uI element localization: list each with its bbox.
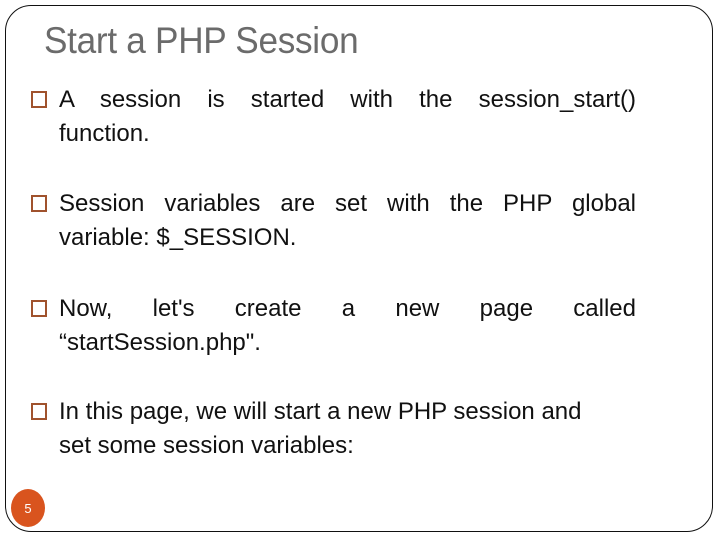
- square-bullet-icon: [31, 300, 47, 317]
- bullet-item: Session variables are set with the PHP g…: [31, 187, 636, 255]
- square-bullet-icon: [31, 91, 47, 108]
- bullet-text-line: Now, let's create a new page called: [59, 295, 636, 322]
- page-number-badge: 5: [11, 489, 45, 527]
- square-bullet-icon: [31, 403, 47, 420]
- bullet-text-line: variable: $_SESSION.: [59, 224, 297, 251]
- square-bullet-icon: [31, 195, 47, 212]
- page-number: 5: [24, 500, 32, 516]
- bullet-text-line: Session variables are set with the PHP g…: [59, 190, 636, 217]
- bullet-item: Now, let's create a new page called “sta…: [31, 292, 636, 360]
- bullet-item: In this page, we will start a new PHP se…: [31, 395, 636, 463]
- bullet-text-line: A session is started with the session_st…: [59, 86, 636, 113]
- bullet-text-line: In this page, we will start a new PHP se…: [59, 398, 582, 425]
- bullet-item: A session is started with the session_st…: [31, 83, 636, 151]
- slide-title: Start a PHP Session: [44, 20, 359, 61]
- bullet-text-line: function.: [59, 120, 150, 147]
- bullet-text-line: “startSession.php".: [59, 329, 261, 356]
- bullet-text-line: set some session variables:: [59, 432, 354, 459]
